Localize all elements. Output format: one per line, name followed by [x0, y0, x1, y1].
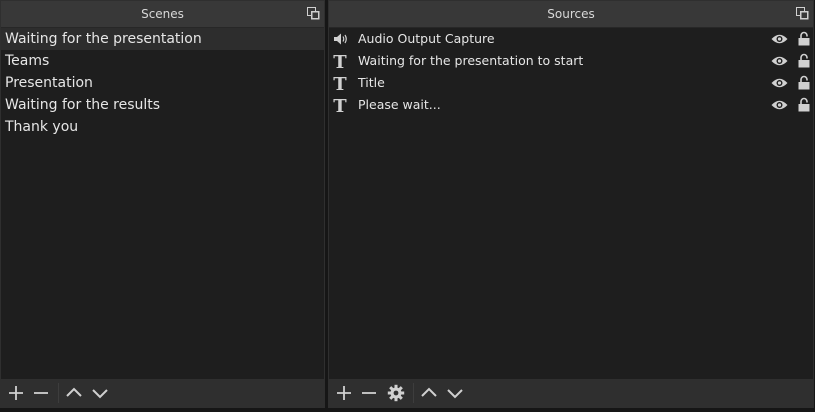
speaker-icon: [334, 33, 347, 45]
move-source-up-button[interactable]: [420, 384, 438, 402]
visibility-eye-icon[interactable]: [771, 99, 788, 111]
gear-icon[interactable]: [387, 384, 405, 402]
source-name: Title: [358, 75, 385, 90]
source-item[interactable]: T Title: [329, 72, 813, 94]
add-scene-button[interactable]: [7, 384, 25, 402]
sources-toolbar: [329, 379, 813, 407]
source-item[interactable]: Audio Output Capture: [329, 28, 813, 50]
scene-item[interactable]: Waiting for the presentation: [1, 28, 324, 50]
scene-item[interactable]: Teams: [1, 50, 324, 72]
scene-item[interactable]: Presentation: [1, 72, 324, 94]
lock-icon[interactable]: [798, 75, 810, 90]
visibility-eye-icon[interactable]: [771, 55, 788, 67]
source-name: Waiting for the presentation to start: [358, 53, 584, 68]
source-item[interactable]: T Waiting for the presentation to start: [329, 50, 813, 72]
sources-dock: Sources Audio Output Capture T Waiting f…: [328, 0, 814, 408]
lock-icon[interactable]: [798, 97, 810, 112]
scene-item[interactable]: Thank you: [1, 116, 324, 138]
lock-icon[interactable]: [798, 31, 810, 46]
move-source-down-button[interactable]: [446, 384, 464, 402]
source-name: Please wait...: [358, 97, 441, 112]
toolbar-separator: [58, 383, 59, 403]
add-source-button[interactable]: [335, 384, 353, 402]
lock-icon[interactable]: [798, 53, 810, 68]
source-list: Audio Output Capture T Waiting for the p…: [329, 28, 813, 379]
move-scene-down-button[interactable]: [91, 384, 109, 402]
scene-item[interactable]: Waiting for the results: [1, 94, 324, 116]
toolbar-separator: [413, 383, 414, 403]
visibility-eye-icon[interactable]: [771, 77, 788, 89]
text-icon: T: [333, 53, 347, 69]
scenes-dock: Scenes Waiting for the presentation Team…: [0, 0, 325, 408]
sources-dock-title: Sources: [329, 1, 813, 27]
source-item[interactable]: T Please wait...: [329, 94, 813, 116]
svg-text:T: T: [333, 75, 347, 91]
text-icon: T: [333, 75, 347, 91]
remove-scene-button[interactable]: [32, 384, 50, 402]
svg-text:T: T: [333, 97, 347, 113]
text-icon: T: [333, 97, 347, 113]
move-scene-up-button[interactable]: [65, 384, 83, 402]
undock-icon[interactable]: [307, 7, 320, 20]
scenes-toolbar: [1, 379, 324, 407]
scenes-dock-title: Scenes: [1, 1, 324, 27]
undock-icon[interactable]: [796, 7, 809, 20]
svg-text:T: T: [333, 53, 347, 69]
source-name: Audio Output Capture: [358, 31, 495, 46]
scene-list: Waiting for the presentation Teams Prese…: [1, 28, 324, 379]
visibility-eye-icon[interactable]: [771, 33, 788, 45]
remove-source-button[interactable]: [360, 384, 378, 402]
